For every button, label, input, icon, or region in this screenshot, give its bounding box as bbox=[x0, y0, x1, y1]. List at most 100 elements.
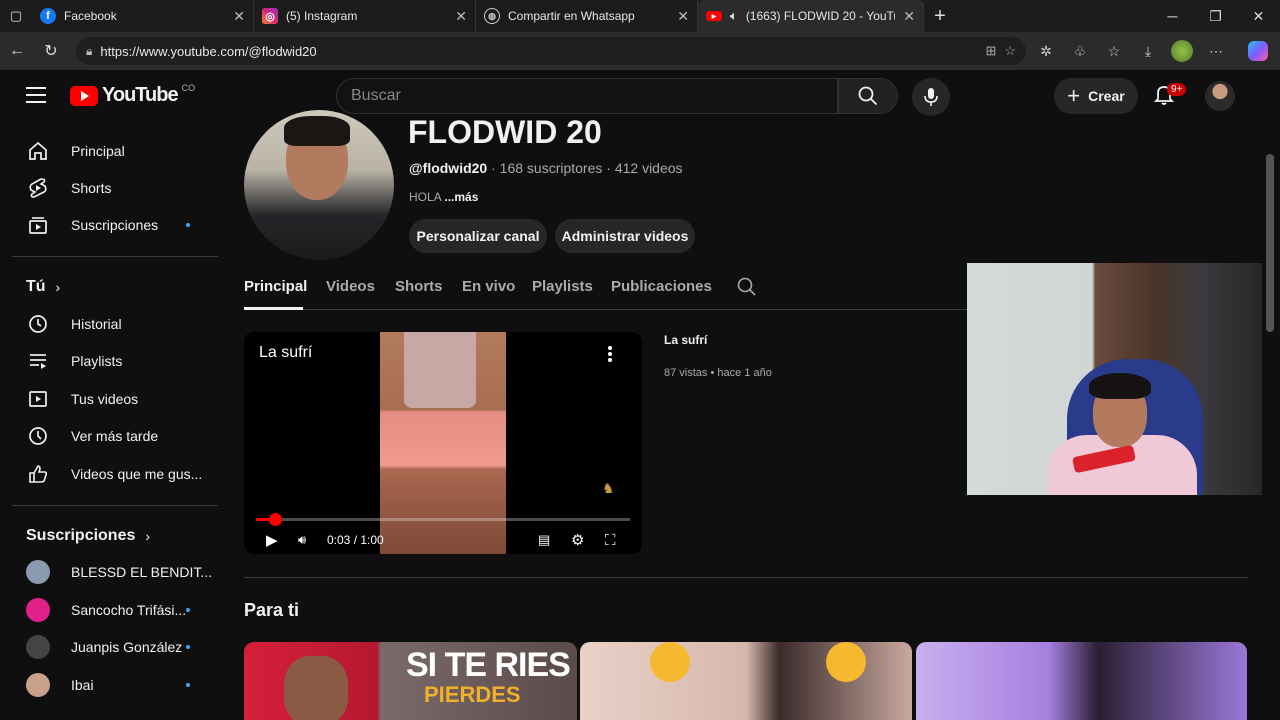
close-icon[interactable]: ✕ bbox=[903, 8, 915, 25]
your-videos-icon bbox=[26, 387, 50, 411]
more-link[interactable]: ...más bbox=[444, 190, 478, 204]
close-icon[interactable]: ✕ bbox=[233, 8, 245, 25]
progress-bar[interactable] bbox=[256, 513, 630, 526]
sidebar-item-home[interactable]: Principal bbox=[12, 132, 218, 170]
sidebar-item-playlists[interactable]: Playlists bbox=[12, 342, 218, 380]
app-available-icon[interactable]: ⊞ bbox=[985, 43, 996, 59]
minimize-icon[interactable]: ─ bbox=[1151, 0, 1194, 32]
sidebar-item-watch-later[interactable]: Ver más tarde bbox=[12, 417, 218, 455]
speaker-icon[interactable]: 🔈︎ bbox=[730, 8, 738, 24]
new-tab-button[interactable]: + bbox=[924, 0, 956, 32]
extensions-icon[interactable]: ✲ bbox=[1032, 37, 1060, 65]
favorite-star-icon[interactable]: ☆ bbox=[1004, 43, 1016, 59]
globe-icon: ◍ bbox=[484, 8, 500, 24]
favorites-icon[interactable]: ☆ bbox=[1100, 37, 1128, 65]
tab-live[interactable]: En vivo bbox=[462, 278, 515, 295]
tab-principal[interactable]: Principal bbox=[244, 278, 307, 295]
tab-playlists[interactable]: Playlists bbox=[532, 278, 593, 295]
sidebar-item-label: Juanpis González bbox=[71, 639, 183, 655]
featured-video-title[interactable]: La sufrí bbox=[664, 333, 707, 347]
customize-channel-button[interactable]: Personalizar canal bbox=[409, 219, 547, 253]
url-field[interactable]: 🔒︎ https://www.youtube.com/@flodwid20 ⊞ … bbox=[76, 37, 1026, 65]
history-icon bbox=[26, 312, 50, 336]
video-thumbnail[interactable] bbox=[916, 642, 1247, 720]
sidebar-item-your-videos[interactable]: Tus videos bbox=[12, 380, 218, 418]
emoji-icon bbox=[826, 642, 866, 682]
sidebar: Principal Shorts Suscripciones Tú › Hist… bbox=[0, 122, 230, 720]
description-text: HOLA bbox=[409, 190, 445, 204]
featured-video-player[interactable]: La sufrí ♞ ▶ 🔊︎ 0:03 / 1:00 ▤ ⚙ ⛶ bbox=[244, 332, 642, 554]
page-scrollbar[interactable] bbox=[1262, 70, 1280, 720]
sidebar-item-label: Principal bbox=[71, 143, 125, 159]
youtube-icon: ▶ bbox=[706, 11, 722, 21]
channel-description[interactable]: HOLA ...más bbox=[409, 190, 478, 204]
sidebar-item-label: BLESSD EL BENDIT... bbox=[71, 564, 213, 580]
play-icon[interactable]: ▶ bbox=[266, 531, 278, 549]
more-options-icon[interactable] bbox=[608, 346, 612, 364]
channel-search-icon[interactable] bbox=[737, 277, 757, 302]
sidebar-item-history[interactable]: Historial bbox=[12, 305, 218, 343]
restore-icon[interactable]: ❐ bbox=[1194, 0, 1237, 32]
menu-icon[interactable] bbox=[26, 87, 46, 103]
tab-videos[interactable]: Videos bbox=[326, 278, 375, 295]
profile-icon[interactable] bbox=[1168, 37, 1196, 65]
scrollbar-thumb[interactable] bbox=[1266, 154, 1274, 332]
thumbnail-text: PIERDES bbox=[424, 682, 521, 707]
youtube-logo[interactable]: YouTube CO bbox=[70, 83, 195, 107]
time-display: 0:03 / 1:00 bbox=[327, 533, 384, 547]
sidebar-subscription-item[interactable]: Ibai bbox=[12, 666, 218, 704]
you-label: Tú bbox=[26, 278, 46, 295]
sidebar-item-liked-videos[interactable]: Videos que me gus... bbox=[12, 455, 218, 493]
reload-icon[interactable]: ↻ bbox=[34, 34, 68, 68]
close-icon[interactable]: ✕ bbox=[455, 8, 467, 25]
manage-videos-button[interactable]: Administrar videos bbox=[555, 219, 695, 253]
tab-facebook[interactable]: f Facebook ✕ bbox=[32, 0, 254, 32]
player-controls: ▶ 🔊︎ 0:03 / 1:00 ▤ ⚙ ⛶ bbox=[244, 528, 642, 552]
sidebar-item-label: Tus videos bbox=[71, 391, 139, 407]
back-icon[interactable]: ← bbox=[0, 34, 34, 68]
sidebar-subscription-item[interactable]: Juanpis González bbox=[12, 628, 218, 666]
sidebar-item-label: Ver más tarde bbox=[71, 428, 159, 444]
channel-handle: @flodwid20 bbox=[409, 160, 488, 176]
tab-youtube[interactable]: ▶ 🔈︎ (1663) FLODWID 20 - YouTub ✕ bbox=[698, 0, 924, 32]
tab-title: (1663) FLODWID 20 - YouTub bbox=[745, 9, 896, 23]
more-icon[interactable]: ⋯ bbox=[1202, 37, 1230, 65]
sidebar-you-header[interactable]: Tú › bbox=[26, 278, 60, 296]
tab-instagram[interactable]: ◎ (5) Instagram ✕ bbox=[254, 0, 476, 32]
search-input[interactable]: Buscar bbox=[336, 78, 838, 114]
voice-search-button[interactable] bbox=[912, 78, 950, 116]
progress-knob[interactable] bbox=[268, 513, 282, 526]
sidebar-divider bbox=[12, 505, 218, 506]
fullscreen-icon[interactable]: ⛶ bbox=[605, 532, 616, 549]
logo-text: YouTube bbox=[102, 84, 179, 106]
performance-icon[interactable]: ♧ bbox=[1066, 37, 1094, 65]
tab-whatsapp[interactable]: ◍ Compartir en Whatsapp ✕ bbox=[476, 0, 698, 32]
copilot-icon[interactable] bbox=[1244, 37, 1272, 65]
close-icon[interactable]: ✕ bbox=[677, 8, 689, 25]
volume-icon[interactable]: 🔊︎ bbox=[298, 532, 306, 548]
account-avatar[interactable] bbox=[1205, 81, 1235, 111]
tab-actions-icon[interactable]: ▢ bbox=[0, 0, 32, 32]
sidebar-subscription-item[interactable]: BLESSD EL BENDIT... bbox=[12, 553, 218, 591]
sidebar-item-subscriptions[interactable]: Suscripciones bbox=[12, 206, 218, 244]
sidebar-subscription-item[interactable]: Sancocho Trifási... bbox=[12, 591, 218, 629]
sidebar-subscriptions-header[interactable]: Suscripciones › bbox=[26, 527, 150, 545]
settings-gear-icon[interactable]: ⚙ bbox=[571, 531, 584, 549]
downloads-icon[interactable]: ⤓ bbox=[1134, 37, 1162, 65]
section-divider bbox=[244, 577, 1248, 578]
subtitles-icon[interactable]: ▤ bbox=[538, 532, 550, 548]
channel-avatar[interactable] bbox=[244, 110, 394, 260]
video-thumbnail[interactable] bbox=[580, 642, 912, 720]
search-button[interactable] bbox=[838, 78, 898, 114]
close-window-icon[interactable]: ✕ bbox=[1237, 0, 1280, 32]
video-overlay-title: La sufrí bbox=[259, 344, 313, 361]
microphone-icon bbox=[924, 88, 938, 106]
video-thumbnail[interactable]: SI TE RIES PIERDES bbox=[244, 642, 577, 720]
create-button[interactable]: + Crear bbox=[1054, 78, 1138, 114]
tab-shorts[interactable]: Shorts bbox=[395, 278, 443, 295]
sidebar-item-shorts[interactable]: Shorts bbox=[12, 169, 218, 207]
site-info-icon[interactable]: 🔒︎ bbox=[86, 44, 92, 59]
tab-posts[interactable]: Publicaciones bbox=[611, 278, 712, 295]
subscriptions-label: Suscripciones bbox=[26, 527, 136, 544]
watermark-icon: ♞ bbox=[602, 480, 615, 496]
